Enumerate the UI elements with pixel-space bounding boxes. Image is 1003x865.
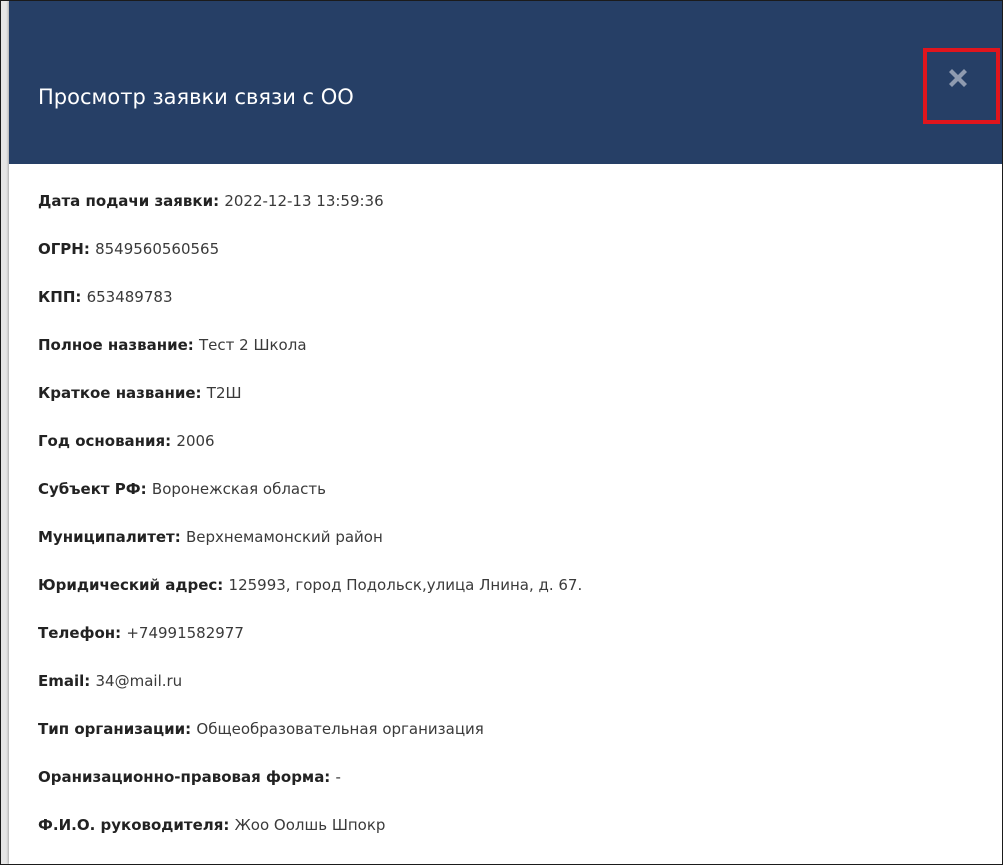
field-value: Общеобразовательная организация [196,720,484,738]
close-button[interactable] [923,48,1000,124]
field-value: - [335,768,341,786]
field-value: 2006 [176,432,215,450]
field-value: Воронежская область [151,480,326,498]
field-label: Полное название: [38,336,199,354]
field-org-type: Тип организации: Общеобразовательная орг… [38,717,1002,765]
field-value: +74991582977 [126,624,244,642]
field-value: 2022-12-13 13:59:36 [224,192,384,210]
field-label: Юридический адрес: [38,576,229,594]
field-director-name: Ф.И.О. руководителя: Жоо Оолшь Шпокр [38,813,1002,861]
background-page-edge [1,1,9,864]
modal-title: Просмотр заявки связи с ОО [38,85,354,109]
field-submission-date: Дата подачи заявки: 2022-12-13 13:59:36 [38,189,1002,237]
field-region: Субъект РФ: Воронежская область [38,477,1002,525]
modal-header: Просмотр заявки связи с ОО [9,1,1002,164]
field-label: Краткое название: [38,384,207,402]
field-value: Т2Ш [206,384,242,402]
field-label: Email: [38,672,96,690]
field-email: Email: 34@mail.ru [38,669,1002,717]
field-value: 125993, город Подольск,улица Лнина, д. 6… [228,576,583,594]
close-icon [949,69,967,87]
field-legal-address: Юридический адрес: 125993, город Подольс… [38,573,1002,621]
application-view-modal: Просмотр заявки связи с ОО Дата подачи з… [9,1,1002,864]
field-label: Оранизационно-правовая форма: [38,768,336,786]
field-value: Тест 2 Школа [199,336,307,354]
field-label: Год основания: [38,432,177,450]
field-label: Ф.И.О. руководителя: [38,816,235,834]
field-full-name: Полное название: Тест 2 Школа [38,333,1002,381]
field-value: 653489783 [86,288,173,306]
field-founded-year: Год основания: 2006 [38,429,1002,477]
field-value: Жоо Оолшь Шпокр [234,816,386,834]
field-short-name: Краткое название: Т2Ш [38,381,1002,429]
field-municipality: Муниципалитет: Верхнемамонский район [38,525,1002,573]
field-label: ОГРН: [38,240,96,258]
field-phone: Телефон: +74991582977 [38,621,1002,669]
field-value: 34@mail.ru [95,672,183,690]
field-value: Верхнемамонский район [185,528,383,546]
field-label: Субъект РФ: [38,480,152,498]
field-label: КПП: [38,288,87,306]
field-label: Тип организации: [38,720,197,738]
field-label: Муниципалитет: [38,528,186,546]
field-label: Дата подачи заявки: [38,192,225,210]
field-label: Телефон: [38,624,127,642]
field-kpp: КПП: 653489783 [38,285,1002,333]
field-value: 8549560560565 [95,240,220,258]
field-ogrn: ОГРН: 8549560560565 [38,237,1002,285]
screenshot-frame: Просмотр заявки связи с ОО Дата подачи з… [0,0,1003,865]
field-legal-form: Оранизационно-правовая форма: - [38,765,1002,813]
modal-body: Дата подачи заявки: 2022-12-13 13:59:36 … [38,189,1002,861]
